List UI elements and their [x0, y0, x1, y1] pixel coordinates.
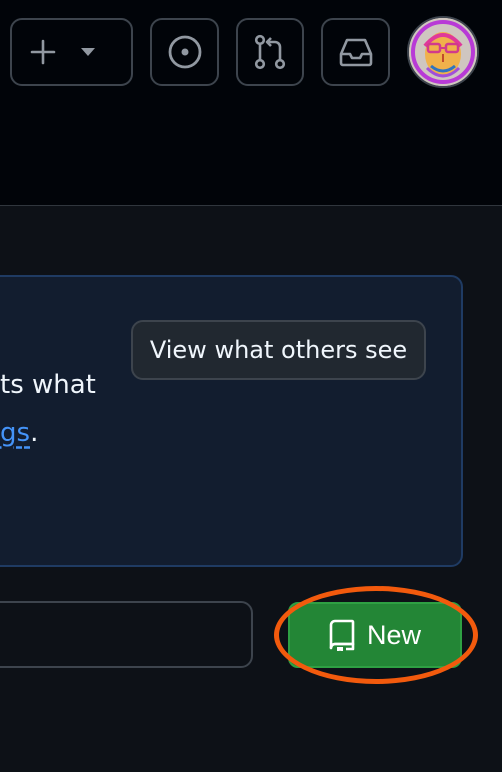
plus-icon: [30, 39, 56, 65]
notice-text-suffix: .: [30, 418, 39, 448]
top-header: [0, 0, 502, 206]
settings-link[interactable]: gs: [0, 418, 30, 448]
view-what-others-see-button[interactable]: View what others see: [131, 320, 426, 380]
new-button-label: New: [366, 619, 421, 650]
issue-opened-icon: [167, 34, 203, 70]
visibility-notice-panel: [0, 275, 463, 567]
notice-text-line: ts what: [0, 370, 96, 400]
inbox-icon: [338, 36, 374, 68]
find-repository-input[interactable]: [0, 601, 253, 668]
inbox-button[interactable]: [321, 18, 390, 86]
notice-text-fragment: ts what: [0, 370, 96, 400]
user-avatar[interactable]: [407, 16, 479, 88]
git-pull-request-icon: [253, 34, 287, 70]
create-new-button[interactable]: [10, 18, 133, 86]
avatar-image: [409, 18, 477, 86]
notice-text-line: gs.: [0, 418, 38, 448]
issues-button[interactable]: [150, 18, 219, 86]
triangle-down-icon: [80, 47, 96, 57]
new-repository-button[interactable]: New: [288, 602, 462, 668]
pull-requests-button[interactable]: [236, 18, 304, 86]
repo-icon: [329, 619, 355, 651]
